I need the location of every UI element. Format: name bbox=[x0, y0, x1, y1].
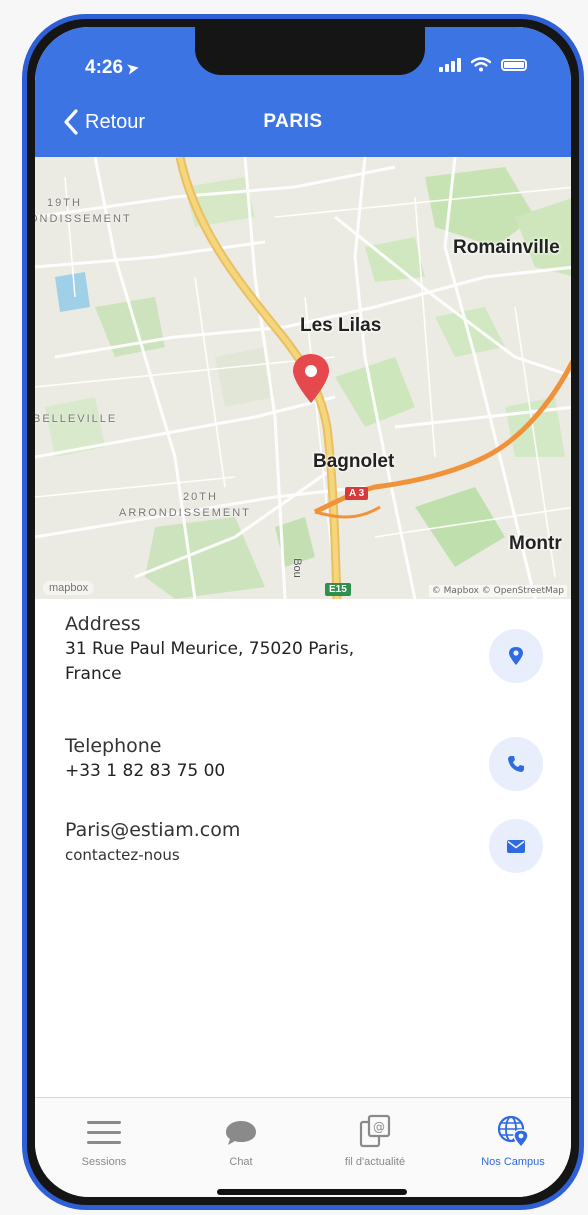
map-pin-icon bbox=[509, 647, 523, 665]
map-label-19th: 19TH bbox=[47, 197, 82, 209]
location-pin-icon[interactable] bbox=[290, 352, 332, 404]
map-label-montreuil: Montr bbox=[509, 533, 562, 554]
status-time: 4:26 ➤ bbox=[85, 57, 140, 78]
map-label-romainville: Romainville bbox=[453, 237, 560, 258]
call-button[interactable] bbox=[489, 737, 543, 791]
device-notch bbox=[195, 27, 425, 75]
tab-label-news-feed: fil d'actualité bbox=[344, 1156, 406, 1168]
email-row: Paris@estiam.com contactez-nous bbox=[65, 817, 543, 873]
map-view[interactable]: 19TH ONDISSEMENT Romainville Les Lilas B… bbox=[35, 157, 571, 599]
screen: 4:26 ➤ Retour PARIS 19TH ONDISSEMENT Rom… bbox=[35, 27, 571, 1197]
email-button[interactable] bbox=[489, 819, 543, 873]
chat-bubble-icon bbox=[226, 1121, 256, 1145]
telephone-value: +33 1 82 83 75 00 bbox=[65, 761, 226, 781]
svg-text:@: @ bbox=[373, 1120, 385, 1134]
bottom-tab-bar: Sessions Chat @ fil d'actualité Nos Camp… bbox=[35, 1097, 571, 1197]
menu-icon bbox=[87, 1121, 121, 1144]
telephone-label: Telephone bbox=[65, 735, 162, 757]
tab-chat[interactable]: Chat bbox=[181, 1098, 301, 1168]
address-row: Address 31 Rue Paul Meurice, 75020 Paris… bbox=[65, 611, 543, 687]
map-label-les-lilas: Les Lilas bbox=[300, 315, 382, 336]
map-label-belleville: BELLEVILLE bbox=[35, 413, 118, 425]
road-shield-e15: E15 bbox=[325, 583, 351, 596]
mapbox-logo[interactable]: mapbox bbox=[43, 581, 95, 595]
map-label-boulevard: Bou bbox=[290, 558, 303, 578]
globe-pin-icon bbox=[497, 1115, 529, 1148]
page-title: PARIS bbox=[263, 111, 323, 132]
tab-label-nos-campus: Nos Campus bbox=[481, 1156, 545, 1168]
tab-sessions[interactable]: Sessions bbox=[44, 1098, 164, 1168]
address-label: Address bbox=[65, 613, 141, 635]
map-label-20th-arrondissement: ARRONDISSEMENT bbox=[119, 507, 251, 519]
phone-frame: 4:26 ➤ Retour PARIS 19TH ONDISSEMENT Rom… bbox=[22, 14, 584, 1210]
telephone-row: Telephone +33 1 82 83 75 00 bbox=[65, 733, 543, 791]
map-attribution[interactable]: © Mapbox © OpenStreetMap bbox=[428, 585, 567, 597]
map-label-bagnolet: Bagnolet bbox=[313, 451, 395, 472]
road-shield-a3: A 3 bbox=[345, 487, 369, 500]
address-line2: France bbox=[65, 664, 122, 684]
envelope-icon bbox=[507, 839, 525, 853]
map-label-20th: 20TH bbox=[183, 491, 218, 503]
map-label-19th-arrondissement: ONDISSEMENT bbox=[35, 213, 132, 225]
location-arrow-icon: ➤ bbox=[125, 59, 140, 77]
contact-us-link[interactable]: contactez-nous bbox=[65, 843, 543, 867]
news-feed-icon: @ bbox=[359, 1114, 391, 1148]
cellular-signal-icon bbox=[439, 57, 461, 72]
wifi-icon bbox=[471, 57, 491, 72]
tab-label-chat: Chat bbox=[229, 1156, 253, 1168]
tab-news-feed[interactable]: @ fil d'actualité bbox=[315, 1098, 435, 1168]
status-icons bbox=[439, 57, 527, 72]
home-indicator[interactable] bbox=[217, 1189, 407, 1195]
tab-label-sessions: Sessions bbox=[81, 1156, 127, 1168]
battery-icon bbox=[501, 58, 527, 71]
tab-nos-campus[interactable]: Nos Campus bbox=[453, 1098, 571, 1168]
email-value[interactable]: Paris@estiam.com bbox=[65, 817, 543, 843]
directions-button[interactable] bbox=[489, 629, 543, 683]
address-line1: 31 Rue Paul Meurice, 75020 Paris, bbox=[65, 639, 355, 659]
phone-icon bbox=[508, 756, 524, 772]
